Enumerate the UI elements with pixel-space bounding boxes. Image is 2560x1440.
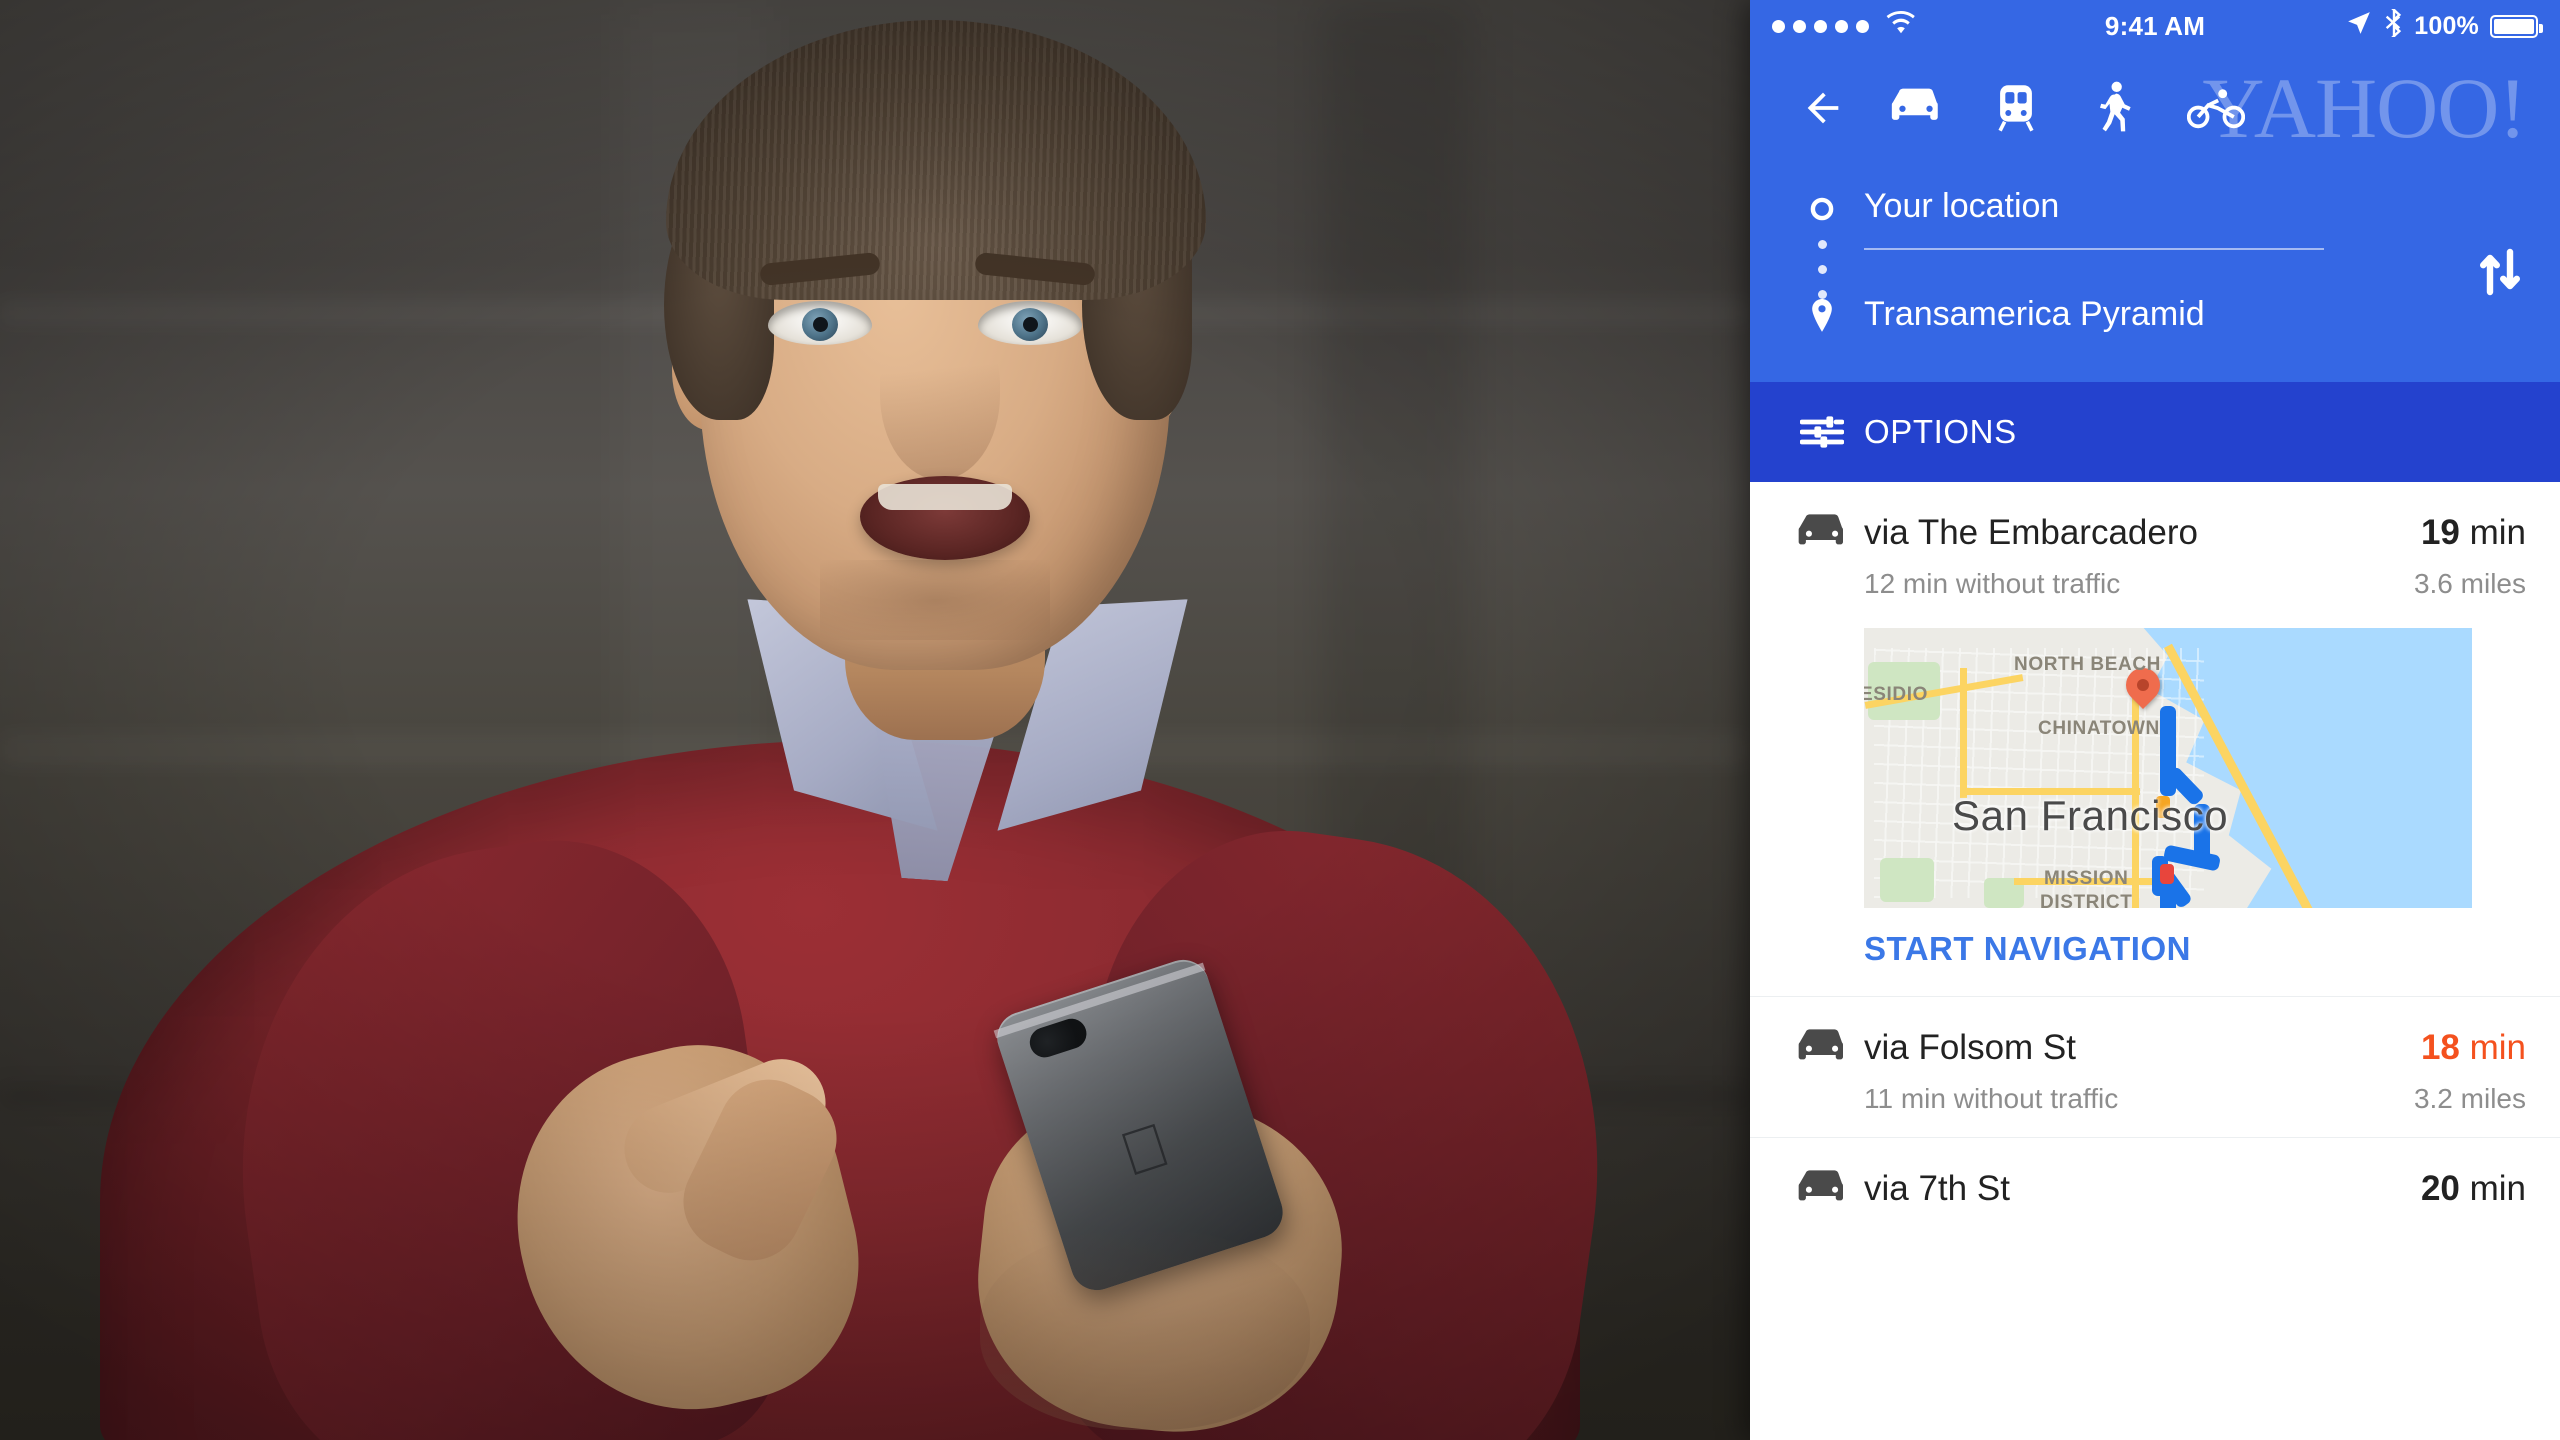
- route-duration-value: 20: [2420, 1169, 2460, 1208]
- route-distance: 3.6 miles: [2413, 568, 2526, 599]
- route-dots: [1780, 240, 1864, 299]
- route-duration-value: 19: [2420, 513, 2460, 552]
- map-road: [1960, 668, 1967, 798]
- route-duration-unit: min: [2459, 1169, 2526, 1208]
- battery-icon: [2490, 14, 2543, 38]
- route-card[interactable]: via Folsom St 18 min 11 min without traf…: [1750, 996, 2560, 1137]
- destination-value: Transamerica Pyramid: [1864, 294, 2205, 333]
- video-still-pane: : [0, 0, 1750, 1440]
- route-dot: [1817, 290, 1827, 299]
- person-figure: : [0, 0, 1750, 1440]
- mode-transit-icon[interactable]: [1966, 58, 2066, 158]
- route-map-thumbnail[interactable]: ESIDIO NORTH BEACH CHINATOWN San Francis…: [1864, 628, 2472, 908]
- apple-logo-icon: : [1108, 1110, 1184, 1195]
- route-duration: 19 min: [2421, 513, 2526, 553]
- iris: [802, 308, 838, 341]
- map-label-city: San Francisco: [1952, 792, 2229, 839]
- route-duration-unit: min: [2459, 1028, 2526, 1067]
- map-traffic-segment: [2160, 864, 2174, 884]
- car-icon: [1780, 1027, 1864, 1069]
- destination-pin-icon: [1780, 299, 1864, 335]
- route-without-traffic: 12 min without traffic: [1864, 568, 2121, 599]
- swap-arrows-icon[interactable]: [2478, 248, 2522, 301]
- start-navigation-button[interactable]: START NAVIGATION: [1864, 930, 2526, 968]
- map-label-mission: MISSION: [2044, 868, 2129, 889]
- map-label-presidio: ESIDIO: [1864, 684, 1929, 705]
- hair: [666, 20, 1206, 300]
- car-icon: [1780, 512, 1864, 554]
- route-results-list: via The Embarcadero 19 min 12 min withou…: [1750, 482, 2560, 1210]
- map-label-north-beach: NORTH BEACH: [2014, 654, 2161, 675]
- car-icon: [1780, 1168, 1864, 1210]
- origin-circle-icon: [1780, 196, 1864, 222]
- route-title: via The Embarcadero: [1864, 513, 2198, 552]
- route-duration: 20 min: [2421, 1169, 2526, 1209]
- bluetooth-icon: [2383, 7, 2403, 44]
- map-label-chinatown: CHINATOWN: [2038, 718, 2160, 739]
- origin-underline: [1864, 248, 2324, 250]
- mode-driving-icon[interactable]: [1866, 58, 1966, 158]
- route-card[interactable]: via The Embarcadero 19 min 12 min withou…: [1750, 482, 2560, 996]
- mouth: [860, 476, 1030, 560]
- route-without-traffic: 11 min without traffic: [1864, 1083, 2119, 1114]
- maps-app-panel: 9:41 AM 100% YAHOO! Your location Transa…: [1750, 0, 2560, 1440]
- tune-sliders-icon: [1780, 412, 1864, 452]
- route-distance: 3.2 miles: [2413, 1083, 2526, 1114]
- route-duration: 18 min: [2421, 1028, 2526, 1068]
- eye-right: [978, 301, 1082, 345]
- iris: [1012, 308, 1048, 341]
- status-bar: 9:41 AM 100%: [1750, 0, 2560, 52]
- travel-mode-bar: YAHOO!: [1750, 52, 2560, 164]
- mode-cycling-icon[interactable]: [2166, 58, 2266, 158]
- route-dot: [1817, 265, 1827, 274]
- location-arrow-icon: [2346, 10, 2372, 43]
- route-endpoints: Your location Transamerica Pyramid: [1750, 164, 2560, 382]
- origin-value: Your location: [1864, 186, 2060, 225]
- eye-left: [768, 301, 872, 345]
- options-bar[interactable]: OPTIONS: [1750, 382, 2560, 482]
- mode-walking-icon[interactable]: [2066, 58, 2166, 158]
- route-dot: [1817, 240, 1827, 249]
- nose: [880, 310, 1000, 480]
- route-duration-unit: min: [2459, 513, 2526, 552]
- origin-row[interactable]: Your location: [1780, 170, 2530, 248]
- destination-row[interactable]: Transamerica Pyramid: [1780, 278, 2530, 356]
- header: 9:41 AM 100% YAHOO! Your location Transa…: [1750, 0, 2560, 382]
- route-title: via 7th St: [1864, 1169, 2010, 1208]
- map-park: [1880, 858, 1934, 902]
- route-title: via Folsom St: [1864, 1028, 2076, 1067]
- route-duration-value: 18: [2420, 1028, 2460, 1067]
- teeth: [878, 484, 1012, 510]
- route-card[interactable]: via 7th St 20 min: [1750, 1137, 2560, 1210]
- options-label: OPTIONS: [1864, 413, 2017, 450]
- chin-shadow: [820, 560, 1050, 640]
- battery-percent-label: 100%: [2414, 11, 2479, 40]
- back-arrow-icon[interactable]: [1780, 58, 1866, 158]
- map-label-district: DISTRICT: [2040, 892, 2133, 908]
- knuckles-shadow: [980, 1230, 1310, 1430]
- screenshot-root:  9:41 AM: [0, 0, 2560, 1440]
